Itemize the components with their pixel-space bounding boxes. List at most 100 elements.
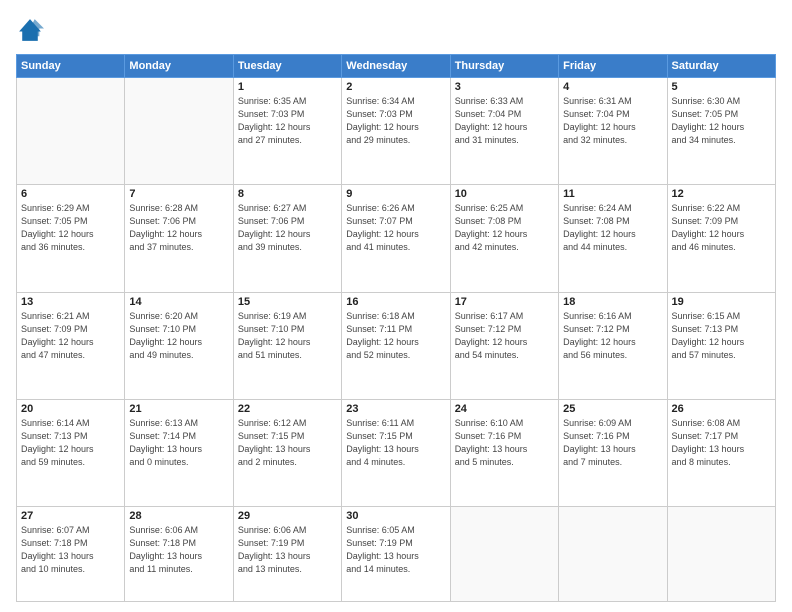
calendar-cell [667, 507, 775, 602]
calendar-cell: 20 Sunrise: 6:14 AMSunset: 7:13 PMDayligh… [17, 399, 125, 506]
calendar-cell [450, 507, 558, 602]
day-number: 12 [672, 188, 771, 200]
day-number: 7 [129, 188, 228, 200]
calendar-table: SundayMondayTuesdayWednesdayThursdayFrid… [16, 54, 776, 602]
calendar-cell: 7 Sunrise: 6:28 AMSunset: 7:06 PMDaylight… [125, 185, 233, 292]
day-number: 6 [21, 188, 120, 200]
day-detail: Sunrise: 6:12 AMSunset: 7:15 PMDaylight:… [238, 417, 337, 469]
day-number: 11 [563, 188, 662, 200]
weekday-header-saturday: Saturday [667, 55, 775, 78]
weekday-header-thursday: Thursday [450, 55, 558, 78]
day-detail: Sunrise: 6:17 AMSunset: 7:12 PMDaylight:… [455, 310, 554, 362]
calendar-cell: 8 Sunrise: 6:27 AMSunset: 7:06 PMDaylight… [233, 185, 341, 292]
day-number: 24 [455, 403, 554, 415]
day-number: 22 [238, 403, 337, 415]
calendar-cell [17, 78, 125, 185]
calendar-cell: 29Sunrise: 6:06 AMSunset: 7:19 PMDayligh… [233, 507, 341, 602]
weekday-header-monday: Monday [125, 55, 233, 78]
day-detail: Sunrise: 6:18 AMSunset: 7:11 PMDaylight:… [346, 310, 445, 362]
calendar-cell: 10 Sunrise: 6:25 AMSunset: 7:08 PMDayligh… [450, 185, 558, 292]
calendar-cell: 28 Sunrise: 6:06 AMSunset: 7:18 PMDayligh… [125, 507, 233, 602]
day-number: 28 [129, 510, 228, 522]
weekday-header-tuesday: Tuesday [233, 55, 341, 78]
day-detail: Sunrise: 6:31 AMSunset: 7:04 PMDaylight:… [563, 95, 662, 147]
calendar-cell: 5 Sunrise: 6:30 AMSunset: 7:05 PMDaylight… [667, 78, 775, 185]
day-detail: Sunrise: 6:28 AMSunset: 7:06 PMDaylight:… [129, 202, 228, 254]
calendar-cell: 14 Sunrise: 6:20 AMSunset: 7:10 PMDayligh… [125, 292, 233, 399]
day-detail: Sunrise: 6:35 AMSunset: 7:03 PMDaylight:… [238, 95, 337, 147]
day-number: 10 [455, 188, 554, 200]
day-detail: Sunrise: 6:30 AMSunset: 7:05 PMDaylight:… [672, 95, 771, 147]
day-number: 8 [238, 188, 337, 200]
day-detail: Sunrise: 6:14 AMSunset: 7:13 PMDaylight:… [21, 417, 120, 469]
calendar-cell: 1 Sunrise: 6:35 AMSunset: 7:03 PMDaylight… [233, 78, 341, 185]
header [16, 16, 776, 44]
day-number: 1 [238, 81, 337, 93]
day-number: 17 [455, 296, 554, 308]
day-detail: Sunrise: 6:09 AMSunset: 7:16 PMDaylight:… [563, 417, 662, 469]
calendar-week-4: 20 Sunrise: 6:14 AMSunset: 7:13 PMDayligh… [17, 399, 776, 506]
day-number: 20 [21, 403, 120, 415]
day-number: 19 [672, 296, 771, 308]
day-detail: Sunrise: 6:05 AMSunset: 7:19 PMDaylight:… [346, 524, 445, 576]
calendar-cell: 9 Sunrise: 6:26 AMSunset: 7:07 PMDaylight… [342, 185, 450, 292]
day-number: 29 [238, 510, 337, 522]
calendar-cell: 4 Sunrise: 6:31 AMSunset: 7:04 PMDaylight… [559, 78, 667, 185]
day-number: 23 [346, 403, 445, 415]
day-number: 5 [672, 81, 771, 93]
weekday-header-friday: Friday [559, 55, 667, 78]
day-number: 2 [346, 81, 445, 93]
day-number: 21 [129, 403, 228, 415]
calendar-cell: 19Sunrise: 6:15 AMSunset: 7:13 PMDayligh… [667, 292, 775, 399]
day-number: 25 [563, 403, 662, 415]
day-number: 14 [129, 296, 228, 308]
calendar-cell: 12 Sunrise: 6:22 AMSunset: 7:09 PMDayligh… [667, 185, 775, 292]
calendar-cell: 23Sunrise: 6:11 AMSunset: 7:15 PMDayligh… [342, 399, 450, 506]
calendar-cell: 2 Sunrise: 6:34 AMSunset: 7:03 PMDaylight… [342, 78, 450, 185]
day-detail: Sunrise: 6:06 AMSunset: 7:18 PMDaylight:… [129, 524, 228, 576]
calendar-week-1: 1 Sunrise: 6:35 AMSunset: 7:03 PMDaylight… [17, 78, 776, 185]
calendar-cell: 18 Sunrise: 6:16 AMSunset: 7:12 PMDayligh… [559, 292, 667, 399]
day-detail: Sunrise: 6:10 AMSunset: 7:16 PMDaylight:… [455, 417, 554, 469]
weekday-header-wednesday: Wednesday [342, 55, 450, 78]
day-number: 16 [346, 296, 445, 308]
day-number: 3 [455, 81, 554, 93]
day-number: 30 [346, 510, 445, 522]
calendar-cell: 22 Sunrise: 6:12 AMSunset: 7:15 PMDayligh… [233, 399, 341, 506]
day-number: 15 [238, 296, 337, 308]
calendar-cell: 17 Sunrise: 6:17 AMSunset: 7:12 PMDayligh… [450, 292, 558, 399]
calendar-body: 1 Sunrise: 6:35 AMSunset: 7:03 PMDaylight… [17, 78, 776, 602]
calendar-cell: 11Sunrise: 6:24 AMSunset: 7:08 PMDayligh… [559, 185, 667, 292]
day-detail: Sunrise: 6:27 AMSunset: 7:06 PMDaylight:… [238, 202, 337, 254]
day-detail: Sunrise: 6:29 AMSunset: 7:05 PMDaylight:… [21, 202, 120, 254]
calendar-cell [559, 507, 667, 602]
day-number: 4 [563, 81, 662, 93]
calendar-cell: 16 Sunrise: 6:18 AMSunset: 7:11 PMDayligh… [342, 292, 450, 399]
calendar-cell [125, 78, 233, 185]
day-detail: Sunrise: 6:07 AMSunset: 7:18 PMDaylight:… [21, 524, 120, 576]
calendar-cell: 26Sunrise: 6:08 AMSunset: 7:17 PMDayligh… [667, 399, 775, 506]
weekday-header-sunday: Sunday [17, 55, 125, 78]
calendar-cell: 30 Sunrise: 6:05 AMSunset: 7:19 PMDayligh… [342, 507, 450, 602]
day-detail: Sunrise: 6:16 AMSunset: 7:12 PMDaylight:… [563, 310, 662, 362]
day-detail: Sunrise: 6:21 AMSunset: 7:09 PMDaylight:… [21, 310, 120, 362]
calendar-cell: 25 Sunrise: 6:09 AMSunset: 7:16 PMDayligh… [559, 399, 667, 506]
day-number: 9 [346, 188, 445, 200]
day-detail: Sunrise: 6:33 AMSunset: 7:04 PMDaylight:… [455, 95, 554, 147]
calendar-cell: 6 Sunrise: 6:29 AMSunset: 7:05 PMDaylight… [17, 185, 125, 292]
day-detail: Sunrise: 6:25 AMSunset: 7:08 PMDaylight:… [455, 202, 554, 254]
day-detail: Sunrise: 6:26 AMSunset: 7:07 PMDaylight:… [346, 202, 445, 254]
day-detail: Sunrise: 6:22 AMSunset: 7:09 PMDaylight:… [672, 202, 771, 254]
logo [16, 16, 48, 44]
calendar-cell: 3 Sunrise: 6:33 AMSunset: 7:04 PMDaylight… [450, 78, 558, 185]
calendar-week-2: 6 Sunrise: 6:29 AMSunset: 7:05 PMDaylight… [17, 185, 776, 292]
day-detail: Sunrise: 6:20 AMSunset: 7:10 PMDaylight:… [129, 310, 228, 362]
calendar-cell: 13Sunrise: 6:21 AMSunset: 7:09 PMDayligh… [17, 292, 125, 399]
calendar-cell: 24 Sunrise: 6:10 AMSunset: 7:16 PMDayligh… [450, 399, 558, 506]
calendar-week-5: 27 Sunrise: 6:07 AMSunset: 7:18 PMDayligh… [17, 507, 776, 602]
page: SundayMondayTuesdayWednesdayThursdayFrid… [0, 0, 792, 612]
day-detail: Sunrise: 6:34 AMSunset: 7:03 PMDaylight:… [346, 95, 445, 147]
day-number: 18 [563, 296, 662, 308]
day-detail: Sunrise: 6:08 AMSunset: 7:17 PMDaylight:… [672, 417, 771, 469]
day-number: 27 [21, 510, 120, 522]
